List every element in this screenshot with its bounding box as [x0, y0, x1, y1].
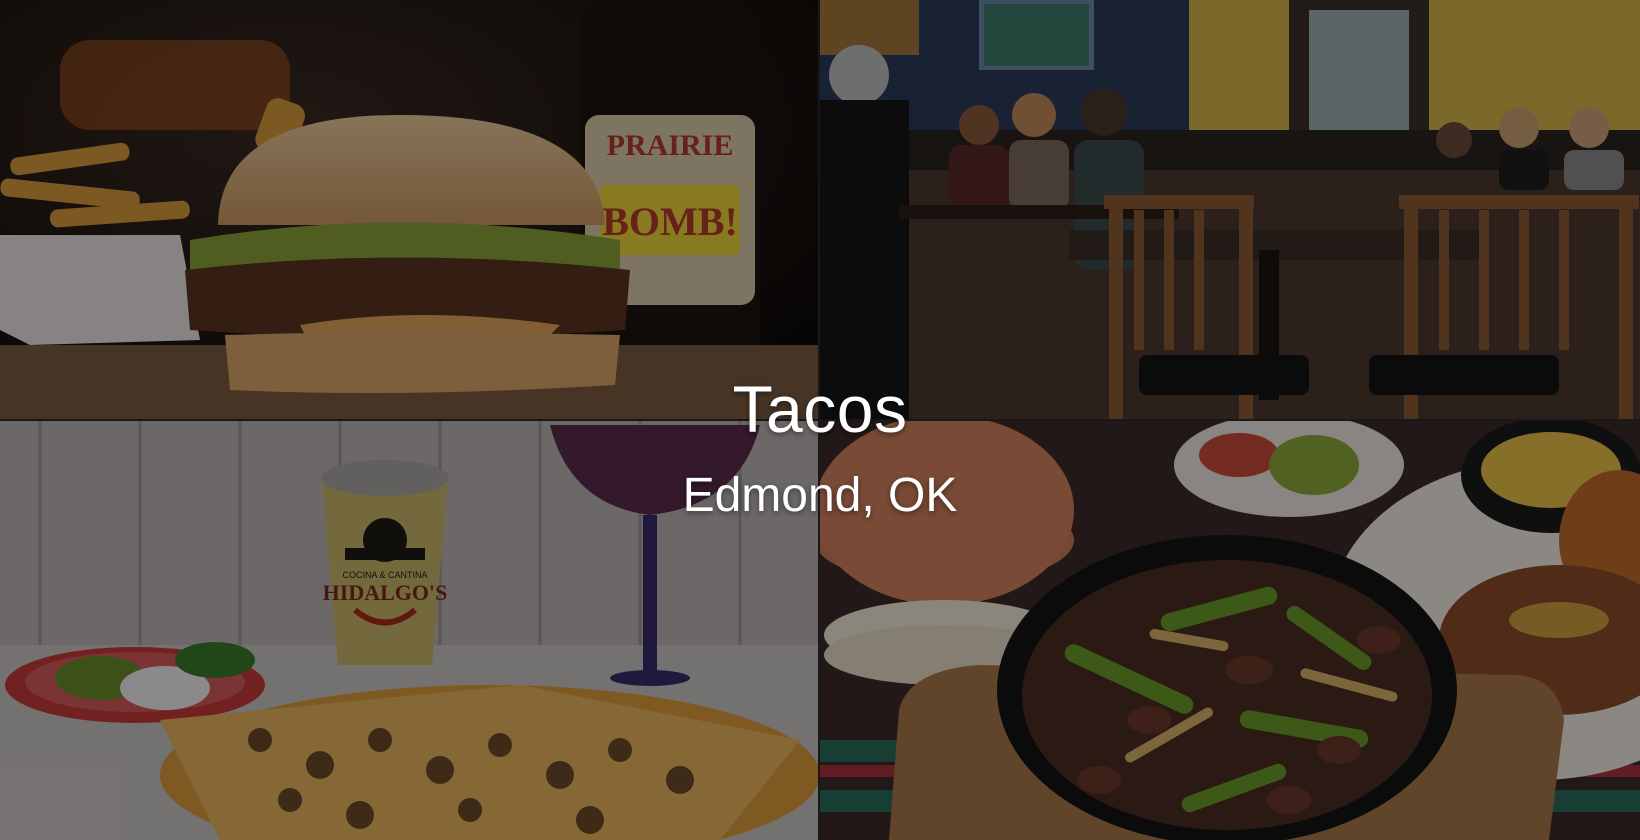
hero-subtitle: Edmond, OK [682, 469, 958, 522]
hero-caption: Tacos Edmond, OK [0, 376, 1640, 520]
hero-banner: PRAIRIE BOMB! COCINA & CANTINA HIDALGO'S… [0, 0, 1640, 840]
hero-title: Tacos [732, 372, 908, 446]
